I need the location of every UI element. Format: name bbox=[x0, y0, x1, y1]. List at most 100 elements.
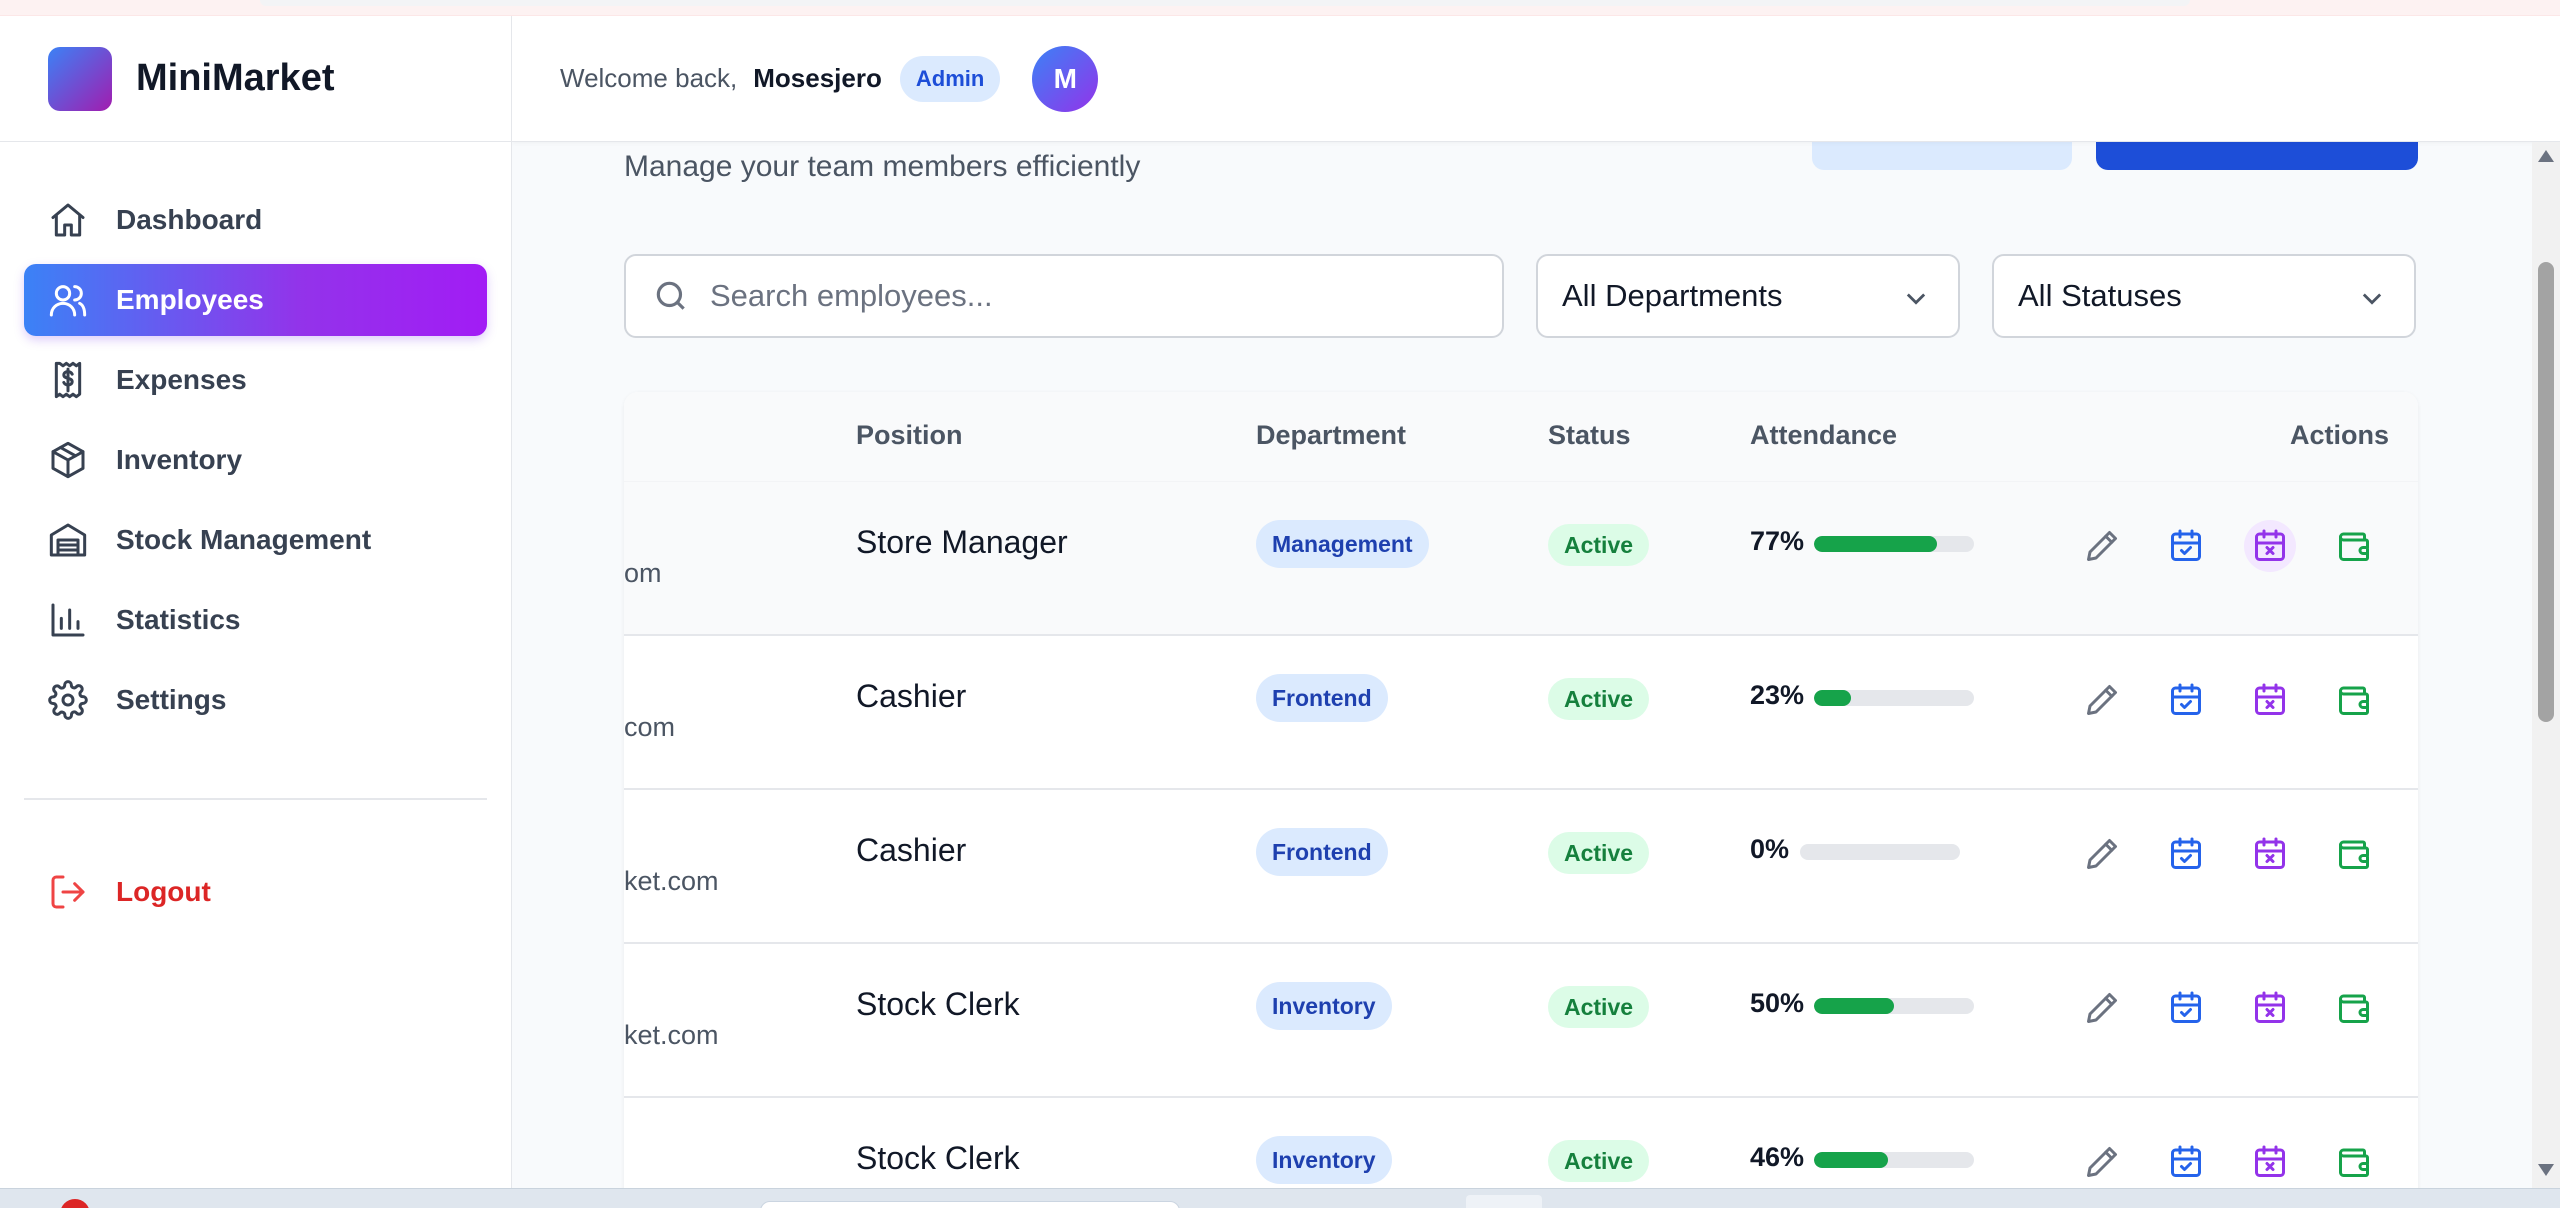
sidebar-item-label: Dashboard bbox=[116, 204, 263, 235]
department-filter[interactable]: All Departments bbox=[1536, 254, 1960, 338]
mark-absent-button[interactable] bbox=[2244, 674, 2296, 726]
status-filter[interactable]: All Statuses bbox=[1992, 254, 2416, 338]
table-row[interactable]: ket.com Cashier Frontend Active 0% bbox=[624, 790, 2418, 944]
top-header: Welcome back, Mosesjero Admin M bbox=[512, 16, 2560, 142]
employee-position: Stock Clerk bbox=[856, 1140, 1020, 1176]
payment-button[interactable] bbox=[2328, 1136, 2380, 1188]
sidebar: MiniMarket Dashboard Employees Expenses … bbox=[0, 16, 512, 1188]
sidebar-item-label: Stock Management bbox=[116, 524, 372, 555]
sidebar-item-dashboard[interactable]: Dashboard bbox=[24, 184, 487, 256]
payment-button[interactable] bbox=[2328, 674, 2380, 726]
column-header-status[interactable]: Status bbox=[1548, 420, 1631, 451]
sidebar-item-label: Employees bbox=[116, 284, 264, 315]
wallet-icon bbox=[2339, 532, 2369, 561]
wallet-icon bbox=[2339, 686, 2369, 715]
table-row[interactable]: ket.com Stock Clerk Inventory Active 50% bbox=[624, 944, 2418, 1098]
main-content: Manage your team members efficiently All… bbox=[512, 142, 2532, 1188]
search-icon bbox=[656, 281, 685, 310]
employee-position: Cashier bbox=[856, 678, 967, 714]
secondary-header-button[interactable] bbox=[1812, 142, 2072, 170]
scroll-up-arrow[interactable] bbox=[2538, 150, 2554, 162]
edit-button[interactable] bbox=[2076, 674, 2128, 726]
brand-name: MiniMarket bbox=[136, 57, 335, 99]
mark-absent-button[interactable] bbox=[2244, 828, 2296, 880]
status-badge: Active bbox=[1548, 1140, 1650, 1182]
mark-absent-button[interactable] bbox=[2244, 520, 2296, 572]
mark-present-button[interactable] bbox=[2160, 520, 2212, 572]
table-header: Position Department Status Attendance Ac… bbox=[624, 392, 2418, 482]
payment-button[interactable] bbox=[2328, 828, 2380, 880]
mark-present-button[interactable] bbox=[2160, 674, 2212, 726]
pencil-icon bbox=[2087, 993, 2117, 1023]
employee-email: com bbox=[624, 712, 676, 742]
table-row[interactable]: Stock Clerk Inventory Active 46% bbox=[624, 1098, 2418, 1188]
scroll-thumb[interactable] bbox=[2538, 262, 2554, 722]
wallet-icon bbox=[2339, 840, 2369, 869]
taskbar bbox=[0, 1188, 2560, 1208]
edit-button[interactable] bbox=[2076, 520, 2128, 572]
page-subtitle: Manage your team members efficiently bbox=[624, 150, 1141, 183]
attendance-bar-fill bbox=[1814, 998, 1894, 1014]
edit-button[interactable] bbox=[2076, 828, 2128, 880]
home-icon bbox=[51, 203, 85, 237]
gear-icon bbox=[48, 680, 88, 720]
pencil-icon bbox=[2087, 685, 2117, 715]
search-input[interactable] bbox=[710, 278, 1470, 314]
employee-position: Store Manager bbox=[856, 524, 1068, 560]
attendance-percent: 46% bbox=[1750, 1142, 1805, 1172]
sidebar-item-label: Settings bbox=[116, 684, 227, 715]
department-badge: Inventory bbox=[1256, 1136, 1392, 1184]
username: Mosesjero bbox=[753, 63, 882, 93]
mark-absent-button[interactable] bbox=[2244, 982, 2296, 1034]
attendance-bar bbox=[1814, 536, 1974, 552]
status-badge: Active bbox=[1548, 832, 1650, 874]
department-badge: Frontend bbox=[1256, 828, 1388, 876]
payment-button[interactable] bbox=[2328, 520, 2380, 572]
sidebar-item-expenses[interactable]: Expenses bbox=[24, 344, 487, 416]
logout-button[interactable]: Logout bbox=[24, 856, 487, 928]
chevron-down-icon bbox=[1906, 293, 1926, 305]
sidebar-item-inventory[interactable]: Inventory bbox=[24, 424, 487, 496]
edit-button[interactable] bbox=[2076, 1136, 2128, 1188]
scroll-down-arrow[interactable] bbox=[2538, 1164, 2554, 1176]
employee-email: om bbox=[624, 558, 662, 588]
wallet-icon bbox=[2339, 1148, 2369, 1177]
chevron-down-icon bbox=[2362, 293, 2382, 305]
column-header-position[interactable]: Position bbox=[856, 420, 963, 451]
sidebar-item-statistics[interactable]: Statistics bbox=[24, 584, 487, 656]
warehouse-icon bbox=[49, 523, 87, 557]
column-header-department[interactable]: Department bbox=[1256, 420, 1406, 451]
payment-button[interactable] bbox=[2328, 982, 2380, 1034]
welcome-text: Welcome back, bbox=[560, 63, 738, 93]
edit-button[interactable] bbox=[2076, 982, 2128, 1034]
taskbar-app-icon[interactable] bbox=[60, 1199, 90, 1208]
sidebar-item-stock-management[interactable]: Stock Management bbox=[24, 504, 487, 576]
column-header-attendance[interactable]: Attendance bbox=[1750, 420, 1897, 451]
brand[interactable]: MiniMarket bbox=[0, 16, 511, 142]
attendance-bar bbox=[1814, 998, 1974, 1014]
mark-present-button[interactable] bbox=[2160, 982, 2212, 1034]
attendance-percent: 0% bbox=[1750, 834, 1790, 864]
sidebar-item-employees[interactable]: Employees bbox=[24, 264, 487, 336]
pencil-icon bbox=[2087, 531, 2117, 561]
table-row[interactable]: com Cashier Frontend Active 23% bbox=[624, 636, 2418, 790]
mark-present-button[interactable] bbox=[2160, 1136, 2212, 1188]
mark-absent-button[interactable] bbox=[2244, 1136, 2296, 1188]
calendar-check-icon bbox=[2171, 683, 2201, 715]
search-box[interactable] bbox=[624, 254, 1504, 338]
taskbar-button[interactable] bbox=[1466, 1195, 1542, 1208]
add-employee-button[interactable] bbox=[2096, 142, 2418, 170]
attendance-bar bbox=[1800, 844, 1960, 860]
sidebar-item-settings[interactable]: Settings bbox=[24, 664, 487, 736]
avatar[interactable]: M bbox=[1032, 45, 1099, 112]
page-scrollbar[interactable] bbox=[2532, 142, 2560, 1188]
mark-present-button[interactable] bbox=[2160, 828, 2212, 880]
taskbar-search[interactable] bbox=[760, 1201, 1180, 1208]
employees-table: Position Department Status Attendance Ac… bbox=[624, 392, 2418, 1188]
attendance-bar-fill bbox=[1814, 536, 1938, 552]
employee-position: Cashier bbox=[856, 832, 967, 868]
sidebar-item-label: Statistics bbox=[116, 604, 241, 635]
table-row[interactable]: om Store Manager Management Active 77% bbox=[624, 482, 2418, 636]
sidebar-item-label: Inventory bbox=[116, 444, 243, 475]
logout-icon bbox=[51, 875, 85, 909]
